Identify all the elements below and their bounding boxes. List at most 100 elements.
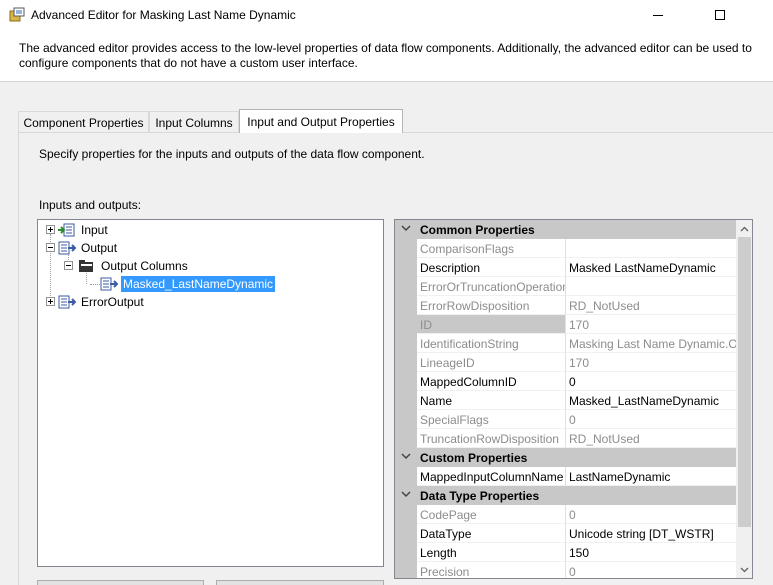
inputs-outputs-tree[interactable]: Input Output Output Columns Masked_LastN… — [37, 219, 384, 567]
window-title: Advanced Editor for Masking Last Name Dy… — [31, 8, 296, 22]
property-name: TruncationRowDisposition — [417, 429, 566, 448]
property-value[interactable]: Masked LastNameDynamic — [566, 258, 736, 277]
property-row[interactable]: Description Masked LastNameDynamic — [395, 258, 736, 277]
add-output-button[interactable] — [37, 580, 204, 585]
property-name: Precision — [417, 562, 566, 578]
property-value[interactable]: LastNameDynamic — [566, 467, 736, 486]
collapse-icon[interactable] — [64, 261, 73, 270]
inputs-outputs-label: Inputs and outputs: — [39, 198, 142, 212]
minimize-icon — [653, 14, 663, 16]
property-value[interactable]: RD_NotUsed — [566, 296, 736, 315]
property-row[interactable]: ErrorOrTruncationOperation — [395, 277, 736, 296]
property-value[interactable] — [566, 239, 736, 258]
input-icon — [58, 223, 75, 237]
tree-item-output-columns[interactable]: Output Columns — [64, 257, 190, 275]
tab-input-columns[interactable]: Input Columns — [149, 111, 239, 133]
property-row[interactable]: ComparisonFlags — [395, 239, 736, 258]
property-name: CodePage — [417, 505, 566, 524]
property-value[interactable]: 150 — [566, 543, 736, 562]
property-value[interactable]: Unicode string [DT_WSTR] — [566, 524, 736, 543]
tree-item-label: Output — [81, 241, 118, 255]
vertical-scrollbar[interactable] — [736, 220, 752, 578]
header-panel: The advanced editor provides access to t… — [0, 30, 773, 82]
category-label: Custom Properties — [420, 451, 528, 465]
property-row[interactable]: MappedInputColumnName LastNameDynamic — [395, 467, 736, 486]
expand-icon[interactable] — [46, 225, 55, 234]
chevron-down-icon[interactable] — [401, 451, 411, 461]
property-row[interactable]: LineageID 170 — [395, 353, 736, 372]
property-name: Description — [417, 258, 566, 277]
minimize-button[interactable] — [635, 0, 681, 30]
chevron-down-icon[interactable] — [401, 489, 411, 499]
property-row[interactable]: ID 170 — [395, 315, 736, 334]
property-name: ErrorOrTruncationOperation — [417, 277, 566, 296]
property-name: SpecialFlags — [417, 410, 566, 429]
category-common-properties[interactable]: Common Properties — [395, 220, 736, 239]
property-value[interactable]: 0 — [566, 410, 736, 429]
panel-description: Specify properties for the inputs and ou… — [39, 147, 425, 161]
app-icon — [9, 7, 25, 22]
chevron-down-icon[interactable] — [401, 223, 411, 233]
tab-input-output-properties[interactable]: Input and Output Properties — [239, 109, 403, 133]
expand-icon[interactable] — [46, 297, 55, 306]
scroll-up-button[interactable] — [736, 220, 752, 237]
category-data-type-properties[interactable]: Data Type Properties — [395, 486, 736, 505]
tree-item-error-output[interactable]: ErrorOutput — [46, 293, 146, 311]
maximize-icon — [715, 10, 725, 20]
folder-icon — [79, 260, 93, 272]
property-row[interactable]: ErrorRowDisposition RD_NotUsed — [395, 296, 736, 315]
error-output-icon — [58, 295, 76, 309]
property-value[interactable]: 0 — [566, 372, 736, 391]
property-value[interactable]: RD_NotUsed — [566, 429, 736, 448]
property-name: IdentificationString — [417, 334, 566, 353]
scroll-down-button[interactable] — [736, 561, 752, 578]
property-name: Name — [417, 391, 566, 410]
category-label: Data Type Properties — [420, 489, 540, 503]
tree-item-label: Output Columns — [101, 259, 188, 273]
property-value[interactable]: 0 — [566, 562, 736, 578]
header-description: The advanced editor provides access to t… — [19, 41, 752, 70]
column-icon — [100, 277, 118, 291]
property-value[interactable]: 0 — [566, 505, 736, 524]
property-row[interactable]: CodePage 0 — [395, 505, 736, 524]
property-name: ID — [417, 315, 566, 334]
tab-component-properties[interactable]: Component Properties — [18, 111, 149, 133]
property-value[interactable]: Masking Last Name Dynamic.O — [566, 334, 736, 353]
property-row[interactable]: Precision 0 — [395, 562, 736, 578]
collapse-icon[interactable] — [46, 243, 55, 252]
add-column-button[interactable] — [216, 580, 384, 585]
property-value[interactable] — [566, 277, 736, 296]
output-icon — [58, 241, 76, 255]
maximize-button[interactable] — [697, 0, 743, 30]
chevron-up-icon — [740, 226, 749, 231]
property-name: DataType — [417, 524, 566, 543]
property-row[interactable]: Name Masked_LastNameDynamic — [395, 391, 736, 410]
tree-item-label: ErrorOutput — [81, 295, 144, 309]
tree-item-label: Input — [81, 223, 108, 237]
property-name: ErrorRowDisposition — [417, 296, 566, 315]
category-label: Common Properties — [420, 223, 535, 237]
chevron-down-icon — [740, 567, 749, 572]
property-name: Length — [417, 543, 566, 562]
tree-item-input[interactable]: Input — [46, 221, 110, 239]
property-name: ComparisonFlags — [417, 239, 566, 258]
title-bar: Advanced Editor for Masking Last Name Dy… — [0, 0, 773, 30]
category-custom-properties[interactable]: Custom Properties — [395, 448, 736, 467]
property-value[interactable]: Masked_LastNameDynamic — [566, 391, 736, 410]
tree-connector — [90, 284, 100, 285]
tree-item-output[interactable]: Output — [46, 239, 119, 257]
property-grid[interactable]: Common Properties ComparisonFlags Descri… — [394, 219, 753, 579]
scroll-thumb[interactable] — [738, 237, 751, 527]
property-value[interactable]: 170 — [566, 315, 736, 334]
tree-item-masked-column[interactable]: Masked_LastNameDynamic — [100, 275, 277, 293]
property-row[interactable]: Length 150 — [395, 543, 736, 562]
property-row[interactable]: MappedColumnID 0 — [395, 372, 736, 391]
property-value[interactable]: 170 — [566, 353, 736, 372]
property-name: MappedColumnID — [417, 372, 566, 391]
property-row[interactable]: DataType Unicode string [DT_WSTR] — [395, 524, 736, 543]
property-row[interactable]: SpecialFlags 0 — [395, 410, 736, 429]
property-row[interactable]: TruncationRowDisposition RD_NotUsed — [395, 429, 736, 448]
property-name: LineageID — [417, 353, 566, 372]
property-row[interactable]: IdentificationString Masking Last Name D… — [395, 334, 736, 353]
tree-item-label: Masked_LastNameDynamic — [119, 275, 277, 293]
